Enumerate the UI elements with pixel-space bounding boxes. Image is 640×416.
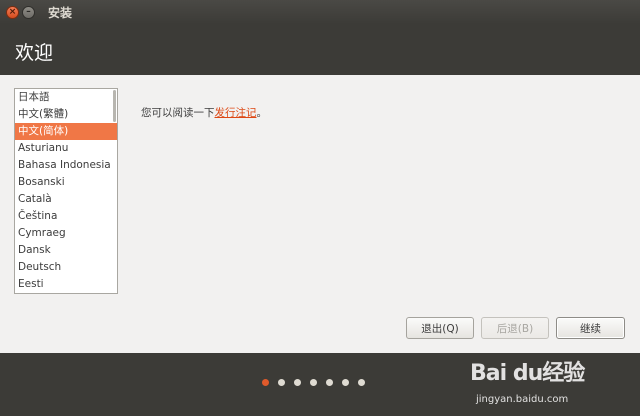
- language-item[interactable]: Asturianu: [15, 140, 117, 157]
- language-item[interactable]: Čeština: [15, 208, 117, 225]
- step-dot: [358, 379, 365, 386]
- language-item[interactable]: Bahasa Indonesia: [15, 157, 117, 174]
- watermark-logo: Bai du经验: [470, 361, 585, 386]
- watermark: Bai du经验 jingyan.baidu.com: [470, 355, 610, 413]
- language-item[interactable]: Bosanski: [15, 174, 117, 191]
- language-item[interactable]: Català: [15, 191, 117, 208]
- footer: Bai du经验 jingyan.baidu.com: [0, 353, 640, 416]
- back-button[interactable]: 后退(B): [481, 317, 549, 339]
- language-list-scrollbar[interactable]: [113, 90, 116, 122]
- step-dot: [310, 379, 317, 386]
- step-dot: [326, 379, 333, 386]
- language-item[interactable]: 日本語: [15, 89, 117, 106]
- step-dot-current: [262, 379, 269, 386]
- language-item[interactable]: 中文(繁體): [15, 106, 117, 123]
- step-dot: [342, 379, 349, 386]
- step-dot: [294, 379, 301, 386]
- step-indicator: [262, 379, 374, 386]
- language-item[interactable]: Eesti: [15, 276, 117, 293]
- release-notes-text: 您可以阅读一下发行注记。: [141, 105, 267, 120]
- close-icon[interactable]: ×: [6, 5, 19, 19]
- step-dot: [278, 379, 285, 386]
- minimize-icon[interactable]: –: [22, 5, 35, 19]
- quit-button[interactable]: 退出(Q): [406, 317, 474, 339]
- language-item[interactable]: Dansk: [15, 242, 117, 259]
- window-title: 安装: [48, 5, 73, 20]
- watermark-url: jingyan.baidu.com: [476, 394, 569, 405]
- page-title: 欢迎: [15, 42, 54, 64]
- release-notes-link[interactable]: 发行注记: [215, 107, 257, 119]
- release-notes-suffix: 。: [256, 107, 268, 119]
- release-notes-prefix: 您可以阅读一下: [141, 107, 215, 119]
- header: 欢迎: [0, 24, 640, 75]
- continue-button[interactable]: 继续: [556, 317, 625, 339]
- title-bar: × – 安装: [0, 0, 640, 24]
- content-area: 日本語 中文(繁體) 中文(简体) Asturianu Bahasa Indon…: [0, 75, 640, 353]
- language-item[interactable]: Deutsch: [15, 259, 117, 276]
- language-item-selected[interactable]: 中文(简体): [15, 123, 117, 140]
- language-item[interactable]: Cymraeg: [15, 225, 117, 242]
- language-list[interactable]: 日本語 中文(繁體) 中文(简体) Asturianu Bahasa Indon…: [14, 88, 118, 294]
